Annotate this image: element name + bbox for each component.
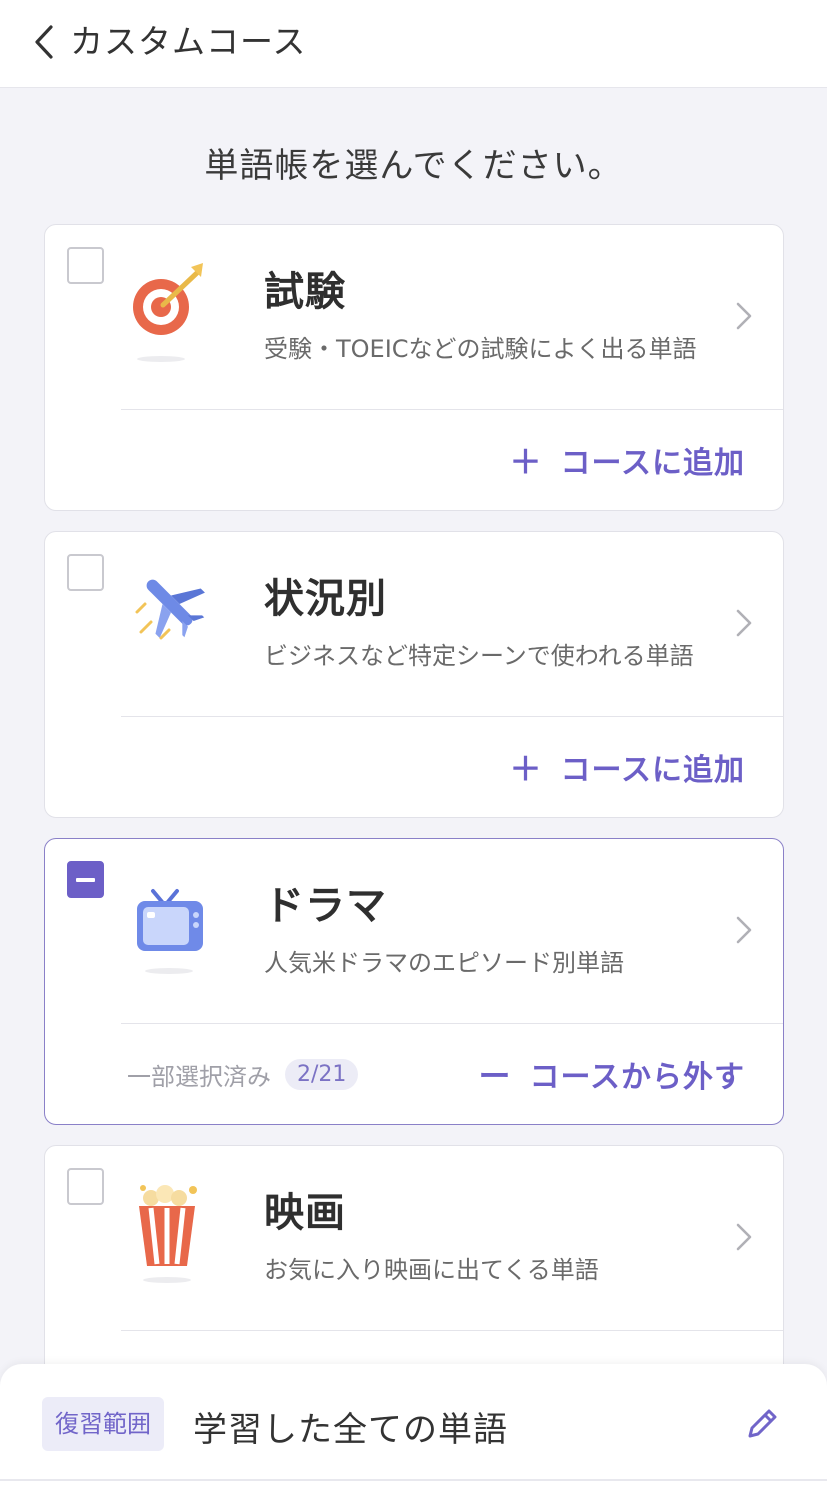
card-title: 試験: [264, 269, 346, 315]
card-checkbox[interactable]: [67, 247, 104, 284]
card-checkbox[interactable]: [67, 1168, 104, 1205]
partial-label: 一部選択済み: [127, 1063, 271, 1091]
back-button[interactable]: [24, 22, 64, 62]
action-label: コースから外す: [529, 1060, 745, 1095]
remove-from-course-button[interactable]: ー コースから外す: [478, 1049, 745, 1099]
chevron-left-icon: [35, 25, 53, 59]
review-range-tag: 復習範囲: [42, 1397, 164, 1451]
action-label: コースに追加: [560, 753, 745, 788]
card-title: 状況別: [264, 576, 387, 622]
card-description: 受験・TOEICなどの試験によく出る単語: [264, 335, 697, 363]
add-to-course-button[interactable]: ＋ コースに追加: [509, 435, 745, 485]
popcorn-icon: [129, 1176, 209, 1286]
chevron-right-icon[interactable]: [733, 608, 755, 638]
divider: [121, 409, 783, 410]
card-checkbox[interactable]: [67, 554, 104, 591]
card-description: お気に入り映画に出てくる単語: [264, 1256, 599, 1284]
card-checkbox-partial[interactable]: [67, 861, 104, 898]
partial-selection-info: 一部選択済み 2/21: [127, 1057, 359, 1092]
instruction-text: 単語帳を選んでください。: [204, 146, 623, 186]
selection-count-badge: 2/21: [285, 1059, 359, 1090]
divider: [121, 1330, 783, 1331]
add-to-course-button[interactable]: ＋ コースに追加: [509, 742, 745, 792]
card-title: ドラマ: [264, 883, 387, 929]
chevron-right-icon[interactable]: [733, 301, 755, 331]
minus-icon: ー: [478, 1057, 512, 1095]
plus-icon: ＋: [509, 750, 543, 788]
course-card-exam[interactable]: 試験 受験・TOEICなどの試験によく出る単語 ＋ コースに追加: [44, 224, 784, 511]
review-range-value: 学習した全ての単語: [193, 1410, 508, 1450]
chevron-right-icon[interactable]: [733, 915, 755, 945]
action-label: コースに追加: [560, 446, 745, 481]
pencil-icon[interactable]: [742, 1404, 782, 1444]
card-description: ビジネスなど特定シーンで使われる単語: [264, 642, 694, 670]
tv-icon: [129, 869, 209, 979]
target-icon: [129, 255, 209, 365]
card-title: 映画: [264, 1190, 346, 1236]
divider: [0, 1479, 827, 1481]
card-description: 人気米ドラマのエピソード別単語: [264, 949, 624, 977]
plus-icon: ＋: [509, 443, 543, 481]
chevron-right-icon[interactable]: [733, 1222, 755, 1252]
review-range-bar: 復習範囲 学習した全ての単語: [0, 1364, 827, 1487]
course-card-situation[interactable]: 状況別 ビジネスなど特定シーンで使われる単語 ＋ コースに追加: [44, 531, 784, 818]
divider: [121, 1023, 783, 1024]
divider: [121, 716, 783, 717]
page-title: カスタムコース: [70, 22, 307, 61]
app-header: カスタムコース: [0, 0, 827, 88]
course-card-drama[interactable]: ドラマ 人気米ドラマのエピソード別単語 一部選択済み 2/21 ー コースから外…: [44, 838, 784, 1125]
airplane-icon: [129, 562, 209, 672]
